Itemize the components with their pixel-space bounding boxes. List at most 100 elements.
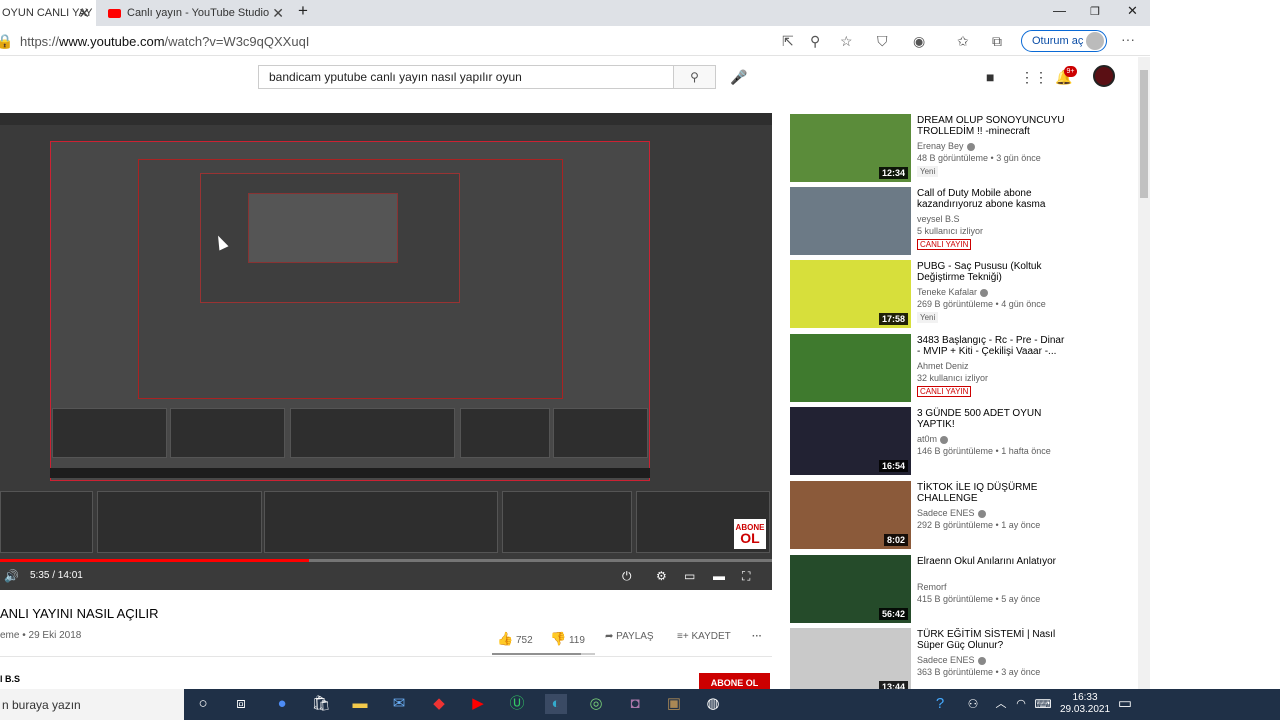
tab-youtube-watch[interactable]: OYUN CANLI YAY ✕ xyxy=(0,0,96,26)
autoplay-toggle[interactable]: ⏻ xyxy=(622,569,632,584)
zoom-app-icon[interactable]: ● xyxy=(271,694,293,714)
close-icon[interactable]: ✕ xyxy=(272,5,284,22)
store-icon[interactable]: 🛍 xyxy=(310,694,332,714)
recommended-video[interactable]: 16:54 3 GÜNDE 500 ADET OYUN YAPTIK! at0m 14… xyxy=(790,407,1090,475)
signin-button[interactable]: Oturum aç xyxy=(1021,30,1107,52)
youtube-app-icon[interactable]: ▶ xyxy=(467,694,489,714)
video-thumbnail[interactable] xyxy=(790,187,911,255)
create-video-icon[interactable]: ■ xyxy=(986,69,994,85)
app-icon[interactable]: ◘ xyxy=(624,694,646,714)
notification-center-icon[interactable]: ▭ xyxy=(1114,694,1136,714)
close-icon[interactable]: ✕ xyxy=(78,5,90,22)
search-input[interactable]: bandicam yputube canlı yayın nasıl yapıl… xyxy=(258,65,674,89)
recommended-video[interactable]: 17:58 PUBG - Saç Pususu (Koltuk Değiştirm… xyxy=(790,260,1090,328)
more-actions-button[interactable]: ··· xyxy=(752,631,762,642)
collections-icon[interactable]: ⧉ xyxy=(992,33,1002,50)
settings-more-button[interactable]: ··· xyxy=(1121,31,1135,47)
upwork-icon[interactable]: Ⓤ xyxy=(506,694,528,714)
help-icon[interactable]: ? xyxy=(929,694,951,714)
channel-name[interactable]: Erenay Bey xyxy=(917,141,975,151)
channel-name[interactable]: at0m xyxy=(917,434,949,444)
video-thumbnail[interactable]: 56:42 xyxy=(790,555,911,623)
windows-taskbar: n buraya yazın ○ ⧈ ● 🛍 ▬ ✉ ◆ ▶ Ⓤ ◐ ◎ ◘ ▣… xyxy=(0,689,1280,720)
extension-icon[interactable]: ◉ xyxy=(913,33,925,50)
video-thumbnail[interactable]: 12:34 xyxy=(790,114,911,182)
miniplayer-icon[interactable]: ▭ xyxy=(684,569,695,583)
video-thumbnail[interactable]: 16:54 xyxy=(790,407,911,475)
recommended-video[interactable]: 8:02 TİKTOK İLE IQ DÜŞÜRME CHALLENGE Sadec… xyxy=(790,481,1090,549)
chevron-up-icon[interactable]: ︿ xyxy=(990,694,1012,714)
wifi-icon[interactable]: ◠ xyxy=(1010,694,1032,714)
recommended-video[interactable]: 56:42 Elraenn Okul Anılarını Anlatıyor Rem… xyxy=(790,555,1090,623)
open-in-app-icon[interactable]: ⇱ xyxy=(782,33,794,50)
mic-icon[interactable]: 🎤 xyxy=(730,69,747,86)
video-thumbnail[interactable]: 13:44 xyxy=(790,628,911,696)
task-view-icon[interactable]: ⧈ xyxy=(230,694,252,714)
scrollbar-thumb[interactable] xyxy=(1140,70,1148,198)
shield-icon[interactable]: ⛉ xyxy=(877,33,888,50)
favorites-icon[interactable]: ✩ xyxy=(957,33,969,50)
file-explorer-icon[interactable]: ▬ xyxy=(349,694,371,714)
obs-icon[interactable]: ◍ xyxy=(702,694,724,714)
duration-badge: 17:58 xyxy=(878,313,908,325)
close-window-icon[interactable]: ✕ xyxy=(1127,3,1138,19)
channel-name[interactable]: Remorf xyxy=(917,582,947,592)
video-thumbnail[interactable] xyxy=(790,334,911,402)
minecraft-icon[interactable]: ▣ xyxy=(663,694,685,714)
taskbar-search-input[interactable]: n buraya yazın xyxy=(0,689,184,720)
system-clock[interactable]: 16:33 29.03.2021 xyxy=(1060,692,1110,716)
share-button[interactable]: ➦ PAYLAŞ xyxy=(605,631,654,642)
apps-grid-icon[interactable]: ⋮⋮ xyxy=(1020,69,1048,86)
video-thumbnail[interactable]: 17:58 xyxy=(790,260,911,328)
save-button[interactable]: ≡+ KAYDET xyxy=(677,631,731,642)
channel-name[interactable]: Sadece ENES xyxy=(917,508,986,518)
subscribe-button[interactable]: ABONE OL xyxy=(699,673,770,689)
search-button[interactable]: ⚲ xyxy=(674,65,716,89)
video-title[interactable]: 3483 Başlangıç - Rc - Pre - Dinar - MVIP… xyxy=(917,335,1067,357)
url-field[interactable]: https://www.youtube.com/watch?v=W3c9qQXX… xyxy=(20,34,309,49)
video-title[interactable]: TİKTOK İLE IQ DÜŞÜRME CHALLENGE xyxy=(917,482,1067,504)
recommended-video[interactable]: 3483 Başlangıç - Rc - Pre - Dinar - MVIP… xyxy=(790,334,1090,402)
channel-name[interactable]: Ahmet Deniz xyxy=(917,361,969,371)
recommended-video[interactable]: Call of Duty Mobile abone kazandırıyoruz… xyxy=(790,187,1090,255)
avatar[interactable] xyxy=(1093,65,1115,87)
maximize-icon[interactable]: ❐ xyxy=(1090,5,1100,18)
video-title[interactable]: TÜRK EĞİTİM SİSTEMİ | Nasıl Süper Güç Ol… xyxy=(917,629,1067,651)
lock-icon[interactable]: 🔒 xyxy=(0,33,13,50)
zoom-icon[interactable]: ⚲ xyxy=(810,33,820,50)
recommended-video[interactable]: 12:34 DREAM OLUP SONOYUNCUYU TROLLEDİM !!… xyxy=(790,114,1090,182)
video-title[interactable]: Call of Duty Mobile abone kazandırıyoruz… xyxy=(917,188,1067,210)
favorite-add-icon[interactable]: ☆ xyxy=(840,33,853,50)
people-icon[interactable]: ⚇ xyxy=(962,694,984,714)
channel-name[interactable]: veysel B.S xyxy=(917,214,960,224)
obs-panel xyxy=(290,408,455,458)
xbox-icon[interactable]: ◎ xyxy=(585,694,607,714)
tab-youtube-studio[interactable]: Canlı yayın - YouTube Studio ✕ xyxy=(100,0,290,26)
video-thumbnail[interactable]: 8:02 xyxy=(790,481,911,549)
like-button[interactable]: 👍 752 xyxy=(497,631,533,647)
theater-mode-icon[interactable]: ▬ xyxy=(713,569,725,583)
video-title[interactable]: PUBG - Saç Pususu (Koltuk Değiştirme Tek… xyxy=(917,261,1067,283)
progress-bar[interactable] xyxy=(0,559,772,562)
gear-icon[interactable]: ⚙ xyxy=(656,569,667,583)
channel-name[interactable]: Sadece ENES xyxy=(917,655,986,665)
notification-badge: 9+ xyxy=(1064,66,1077,77)
recommended-video[interactable]: 13:44 TÜRK EĞİTİM SİSTEMİ | Nasıl Süper G… xyxy=(790,628,1090,696)
fullscreen-icon[interactable]: ⛶ xyxy=(742,569,750,584)
view-count: 363 B görüntüleme • 3 ay önce xyxy=(917,667,1041,677)
keyboard-icon[interactable]: ⌨ xyxy=(1032,694,1054,714)
channel-name[interactable]: Teneke Kafalar xyxy=(917,287,989,297)
edge-icon[interactable]: ◐ xyxy=(545,694,567,714)
volume-icon[interactable]: 🔊 xyxy=(4,569,19,583)
video-title[interactable]: DREAM OLUP SONOYUNCUYU TROLLEDİM !! -min… xyxy=(917,115,1067,137)
video-title[interactable]: 3 GÜNDE 500 ADET OYUN YAPTIK! xyxy=(917,408,1067,430)
cortana-icon[interactable]: ○ xyxy=(192,694,214,714)
roblox-icon[interactable]: ◆ xyxy=(428,694,450,714)
video-title[interactable]: Elraenn Okul Anılarını Anlatıyor xyxy=(917,556,1067,567)
dislike-button[interactable]: 👎 119 xyxy=(550,631,585,647)
minimize-icon[interactable]: — xyxy=(1053,3,1066,18)
video-player[interactable]: ABONE OL 🔊 5:35 / 14:01 ⏻ ⚙ ▭ ▬ ⛶ xyxy=(0,113,772,590)
channel-name[interactable]: l B.S xyxy=(0,674,20,684)
mail-icon[interactable]: ✉ xyxy=(388,694,410,714)
new-tab-button[interactable]: + xyxy=(298,1,308,21)
